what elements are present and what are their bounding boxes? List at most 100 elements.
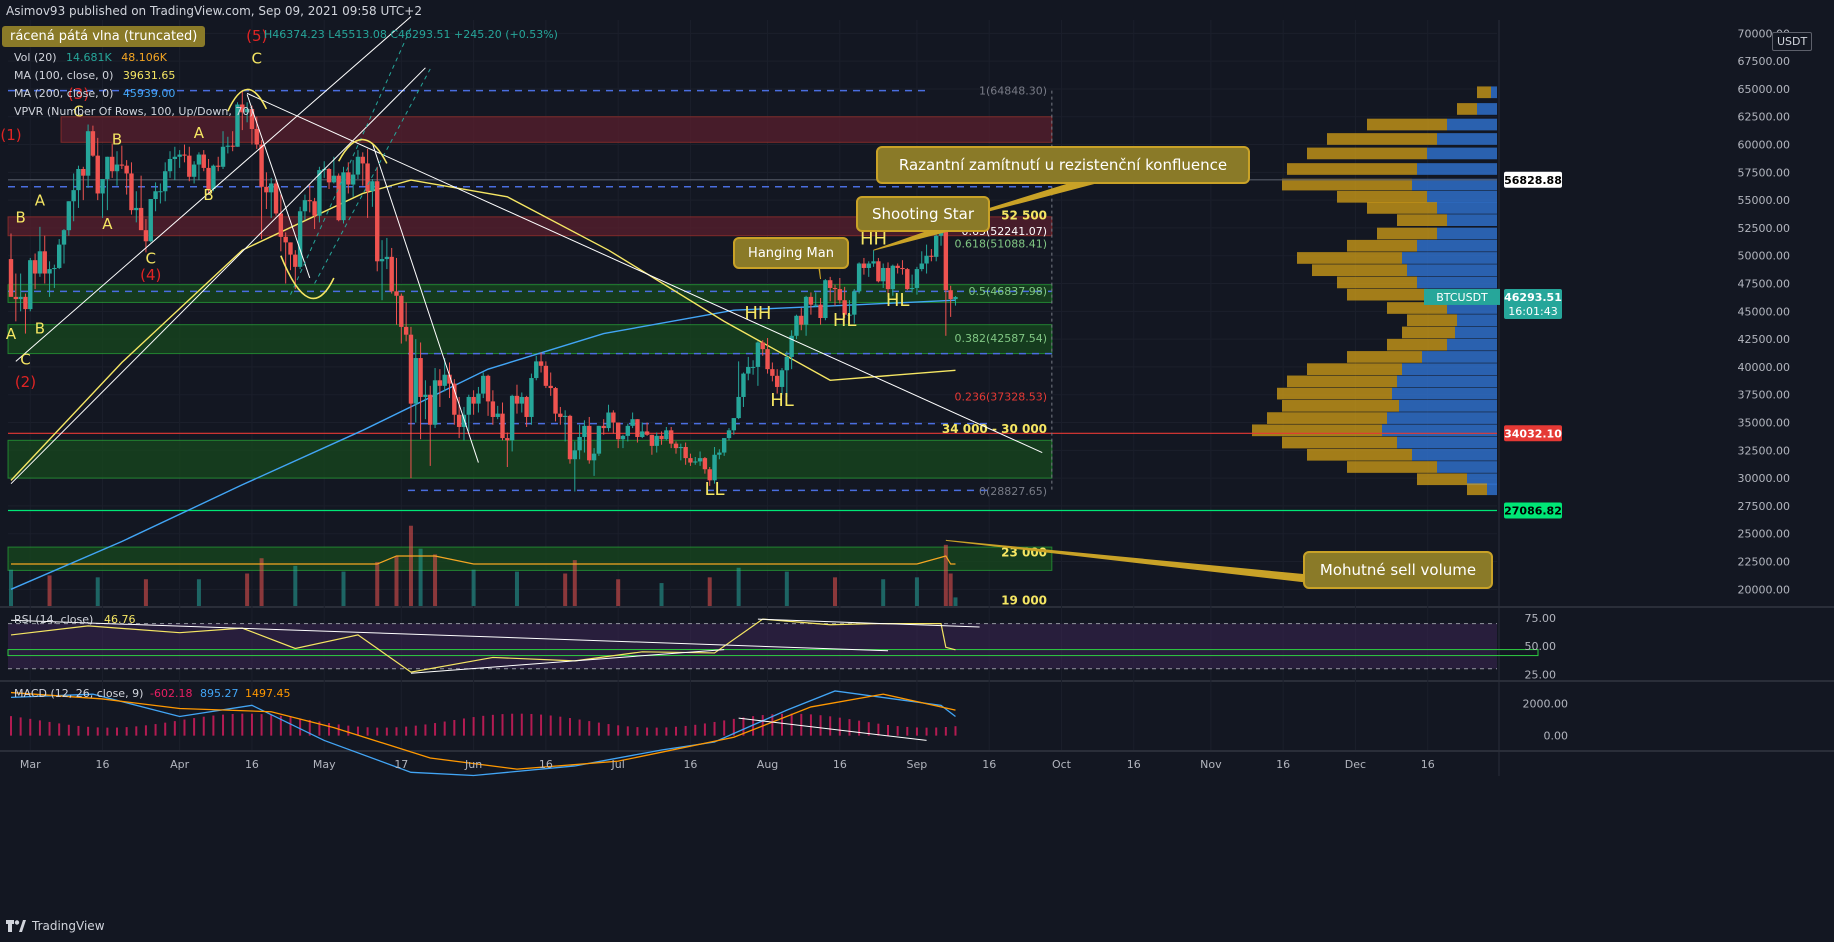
annotation-17: HH — [744, 303, 771, 324]
x-tick-7: 16 — [539, 758, 553, 771]
legend-ma200-value: 45939.00 — [122, 87, 176, 100]
candle-body-141 — [688, 458, 693, 463]
candle-body-29 — [148, 199, 153, 242]
volume-bar-8 — [341, 571, 346, 606]
price-tag-value-0: 56828.88 — [1504, 174, 1562, 187]
legend-ma100[interactable]: MA (100, close, 0) 39631.65 — [14, 69, 175, 82]
vpvr-row-down-23 — [1277, 387, 1392, 400]
candle-body-129 — [630, 419, 635, 426]
macd-tick-0: 2000.00 — [1523, 698, 1569, 711]
candle-body-98 — [481, 375, 486, 394]
candle-body-190 — [924, 255, 929, 264]
candle-body-100 — [490, 401, 496, 417]
callout-shooting-star: Shooting Star — [856, 196, 990, 232]
zone-red-0 — [60, 116, 1053, 143]
price-tick-5: 57500.00 — [1738, 166, 1791, 179]
candle-body-161 — [784, 356, 790, 371]
candle-body-84 — [413, 358, 418, 404]
candle-body-59 — [293, 254, 298, 267]
annotation-1: C — [20, 351, 30, 369]
price-tick-17: 27500.00 — [1738, 500, 1791, 513]
chart-title-text: rácená pátá vlna (truncated) — [10, 29, 198, 44]
price-tick-7: 52500.00 — [1738, 222, 1791, 235]
fib-label-5: 0.382(42587.54) — [954, 332, 1047, 345]
candle-body-34 — [172, 156, 178, 159]
vpvr-row-up-17 — [1457, 314, 1497, 327]
candle-body-67 — [331, 175, 337, 183]
x-tick-1: 16 — [96, 758, 110, 771]
candle-body-183 — [890, 265, 896, 290]
footer: TradingView — [6, 914, 105, 938]
candle-body-37 — [187, 155, 192, 177]
candle-body-56 — [278, 213, 284, 237]
volume-bar-2 — [95, 577, 100, 606]
vpvr-row-up-5 — [1417, 163, 1497, 175]
zone-green-4 — [7, 439, 1053, 479]
candle-body-96 — [471, 396, 476, 404]
candle-body-124 — [606, 412, 611, 429]
callout-rejection-text: Razantní zamítnutí u rezistenční konflue… — [898, 156, 1228, 174]
candle-body-159 — [774, 375, 780, 387]
vpvr-row-down-27 — [1282, 436, 1397, 449]
x-tick-9: 16 — [683, 758, 697, 771]
candle-body-164 — [799, 315, 804, 325]
vpvr-row-down-9 — [1397, 214, 1447, 226]
candle-body-128 — [625, 425, 631, 436]
candle-body-13 — [71, 190, 76, 202]
chart-title-tag: rácená pátá vlna (truncated) — [2, 26, 206, 47]
vpvr-row-down-19 — [1387, 338, 1447, 351]
legend-ma200[interactable]: MA (200, close, 0) 45939.00 — [14, 87, 175, 100]
x-tick-13: 16 — [982, 758, 996, 771]
vpvr-row-up-19 — [1447, 338, 1497, 351]
candle-body-116 — [567, 415, 573, 460]
vpvr-row-up-20 — [1422, 351, 1497, 363]
candle-body-111 — [543, 365, 549, 386]
candle-body-177 — [861, 263, 867, 268]
vpvr-row-down-17 — [1407, 314, 1457, 327]
annotation-6: A — [35, 192, 46, 210]
candle-body-85 — [418, 358, 423, 397]
vpvr-row-up-1 — [1477, 103, 1497, 115]
x-tick-15: 16 — [1127, 758, 1141, 771]
vpvr-row-down-1 — [1457, 103, 1477, 115]
fib-label-6: 0.236(37328.53) — [954, 391, 1047, 404]
candle-body-33 — [167, 158, 173, 172]
candle-body-169 — [823, 280, 828, 319]
vpvr-row-down-30 — [1417, 473, 1467, 486]
currency-unit[interactable]: USDT — [1772, 32, 1813, 51]
candle-body-195 — [948, 290, 953, 300]
price-tick-4: 60000.00 — [1738, 139, 1791, 152]
legend-vpvr[interactable]: VPVR (Number Of Rows, 100, Up/Down, 70) — [14, 105, 260, 118]
price-tag-value-3: 27086.82 — [1504, 505, 1562, 518]
x-tick-19: 16 — [1421, 758, 1435, 771]
x-tick-12: Sep — [907, 758, 928, 771]
vpvr-row-down-18 — [1402, 326, 1455, 339]
candle-body-46 — [230, 145, 235, 147]
candle-body-172 — [837, 289, 843, 301]
volume-bar-21 — [736, 567, 741, 606]
fib-label-0: 1(64848.30) — [979, 85, 1047, 98]
candle-body-103 — [505, 438, 510, 441]
candle-body-69 — [341, 172, 346, 221]
candle-body-57 — [283, 236, 288, 243]
annotation-16: C — [252, 49, 262, 67]
candle-body-176 — [856, 263, 862, 292]
candle-body-194 — [943, 225, 949, 291]
candle-body-25 — [129, 173, 134, 211]
candle-body-97 — [476, 393, 481, 404]
candle-body-81 — [399, 295, 404, 327]
candle-body-110 — [538, 361, 544, 366]
candle-body-63 — [312, 201, 317, 216]
candle-body-79 — [389, 256, 394, 292]
legend-volume[interactable]: Vol (20) 14.681K 48.106K — [14, 51, 167, 64]
vpvr-row-up-12 — [1402, 252, 1497, 264]
rsi-tick-0: 75.00 — [1525, 612, 1557, 625]
candle-body-66 — [326, 169, 332, 183]
vpvr-row-down-10 — [1377, 227, 1437, 240]
chart-canvas[interactable]: 1(64848.30)0.786(57139.88)0.65(52241.07)… — [0, 0, 1834, 942]
candle-body-152 — [741, 373, 746, 397]
candle-body-77 — [379, 259, 385, 262]
candle-body-133 — [649, 434, 655, 446]
vpvr-row-down-26 — [1252, 424, 1382, 437]
volume-bar-7 — [293, 565, 298, 606]
